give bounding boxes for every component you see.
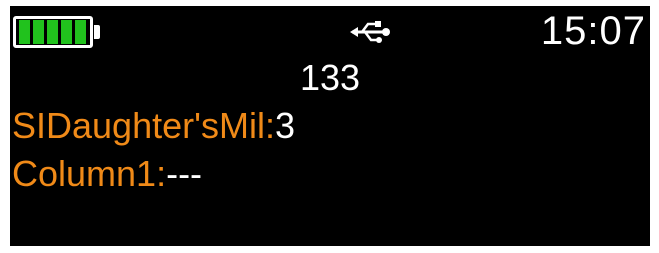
battery-cell xyxy=(19,20,30,44)
field-value: 3 xyxy=(274,105,295,146)
field-label: SIDaughter'sMil: xyxy=(12,105,275,146)
battery-cell xyxy=(47,20,58,44)
main-value: 133 xyxy=(10,58,650,98)
battery-cell xyxy=(33,20,44,44)
field-row: Column1:--- xyxy=(12,154,202,194)
device-screen: 15:07 133 SIDaughter'sMil:3 Column1:--- xyxy=(10,6,650,246)
main-value-text: 133 xyxy=(299,57,361,98)
status-bar: 15:07 xyxy=(10,6,650,56)
field-row: SIDaughter'sMil:3 xyxy=(12,106,295,146)
field-value: --- xyxy=(166,153,203,194)
clock: 15:07 xyxy=(540,9,646,53)
battery-cap xyxy=(94,25,100,39)
field-label: Column1: xyxy=(12,153,167,194)
usb-icon xyxy=(350,21,390,43)
battery-cell xyxy=(75,20,86,44)
battery-cell xyxy=(61,20,72,44)
battery-icon xyxy=(13,16,93,48)
